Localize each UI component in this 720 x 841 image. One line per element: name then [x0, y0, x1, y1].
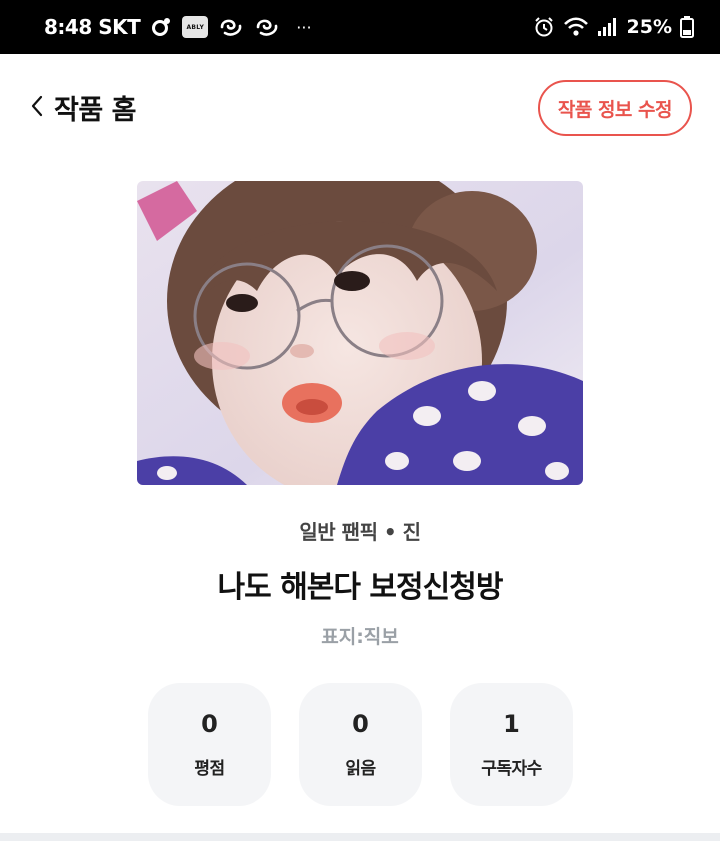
- stat-value: 0: [352, 710, 369, 738]
- work-subtitle: 표지:직보: [321, 626, 399, 648]
- signal-icon: [597, 16, 619, 38]
- battery-icon: [680, 16, 694, 38]
- work-title: 나도 해본다 보정신청방: [217, 570, 504, 605]
- status-time: 8:48 SKT: [44, 15, 141, 39]
- stat-label: 구독자수: [481, 759, 542, 779]
- notification-app-icon: [150, 16, 172, 38]
- stat-reads: 0 읽음: [299, 683, 422, 806]
- edit-work-info-button[interactable]: 작품 정보 수정: [537, 80, 692, 136]
- ably-app-icon: ABLY: [182, 16, 209, 38]
- wifi-icon: [563, 16, 589, 38]
- chevron-left-icon: [30, 94, 44, 122]
- swirl-app-icon-2: [254, 16, 280, 38]
- stat-label: 평점: [194, 759, 225, 779]
- section-divider: [0, 833, 720, 841]
- stat-rating: 0 평점: [148, 683, 271, 806]
- work-home-page: 8:48 SKT ABLY ··· 25% 작품 홈 작품 정보 수정 일반 팬…: [0, 0, 720, 841]
- cover-image: [137, 181, 583, 485]
- alarm-icon: [533, 16, 555, 38]
- page-title: 작품 홈: [54, 95, 136, 126]
- app-header: 작품 홈 작품 정보 수정: [0, 54, 720, 162]
- work-genre: 일반 팬픽 • 진: [299, 520, 421, 544]
- status-bar: 8:48 SKT ABLY ··· 25%: [0, 0, 720, 54]
- stat-label: 읽음: [345, 759, 376, 779]
- more-notifications-icon: ···: [296, 17, 312, 37]
- stats-row: 0 평점 0 읽음 1 구독자수: [148, 683, 573, 806]
- stat-value: 0: [201, 710, 218, 738]
- battery-percent: 25%: [626, 16, 672, 38]
- stat-value: 1: [503, 710, 520, 738]
- back-button[interactable]: 작품 홈: [30, 88, 136, 127]
- swirl-app-icon: [218, 16, 244, 38]
- stat-subscribers: 1 구독자수: [450, 683, 573, 806]
